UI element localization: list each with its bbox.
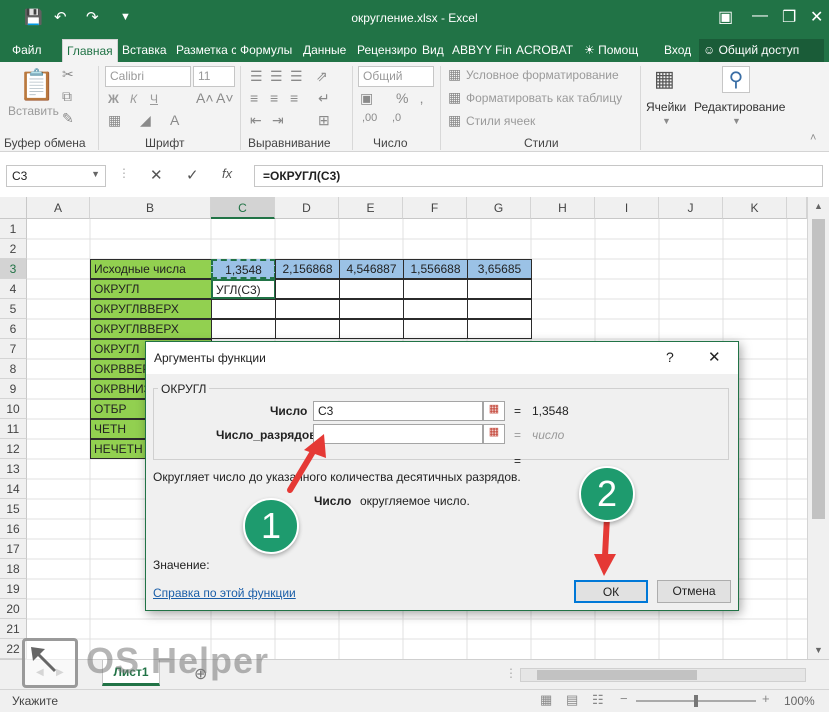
arrow-1 (287, 434, 326, 493)
arrow-2 (594, 514, 616, 576)
annotation-circle-2: 2 (579, 466, 635, 522)
annotation-arrows (287, 434, 616, 576)
annotation-circle-1: 1 (243, 498, 299, 554)
